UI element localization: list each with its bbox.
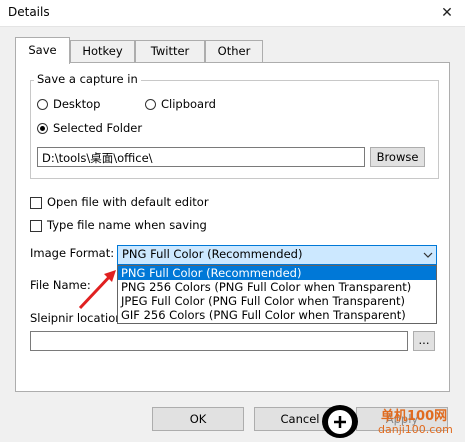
watermark-logo — [322, 405, 358, 438]
open-default-editor-checkbox[interactable] — [30, 197, 42, 209]
folder-path-input[interactable]: D:\tools\桌面\office\ — [37, 147, 365, 167]
window-title: Details — [8, 5, 50, 19]
annotation-arrow-icon — [78, 270, 116, 310]
title-bar: Details ✕ — [0, 0, 465, 27]
tab-hotkey[interactable]: Hotkey — [70, 40, 135, 62]
group-legend: Save a capture in — [34, 72, 141, 86]
type-file-name-label[interactable]: Type file name when saving — [47, 218, 207, 232]
close-icon[interactable]: ✕ — [429, 0, 465, 26]
tab-save[interactable]: Save — [15, 37, 70, 64]
image-format-label: Image Format: — [30, 246, 115, 260]
image-format-select[interactable]: PNG Full Color (Recommended) — [117, 245, 437, 265]
format-option[interactable]: PNG 256 Colors (PNG Full Color when Tran… — [118, 280, 436, 294]
image-format-selected: PNG Full Color (Recommended) — [122, 247, 303, 261]
type-file-name-checkbox[interactable] — [30, 220, 42, 232]
open-default-editor-label[interactable]: Open file with default editor — [47, 195, 209, 209]
browse-button[interactable]: Browse — [370, 147, 425, 167]
format-option[interactable]: GIF 256 Colors (PNG Full Color when Tran… — [118, 308, 436, 322]
radio-selected-folder-label[interactable]: Selected Folder — [53, 121, 142, 135]
watermark-url: danji100.com — [378, 423, 453, 436]
radio-desktop-label[interactable]: Desktop — [53, 97, 100, 111]
radio-desktop[interactable] — [37, 99, 48, 110]
watermark-site: 单机100网 — [381, 409, 448, 424]
sleipnir-browse-button[interactable]: ... — [413, 331, 435, 351]
ok-button[interactable]: OK — [152, 407, 244, 431]
format-option[interactable]: JPEG Full Color (PNG Full Color when Tra… — [118, 294, 436, 308]
tab-other[interactable]: Other — [205, 40, 263, 62]
radio-clipboard[interactable] — [145, 99, 156, 110]
chevron-down-icon[interactable] — [423, 249, 433, 263]
tab-twitter[interactable]: Twitter — [135, 40, 205, 62]
radio-selected-folder[interactable] — [37, 123, 48, 134]
radio-clipboard-label[interactable]: Clipboard — [161, 97, 216, 111]
sleipnir-location-input[interactable] — [30, 331, 408, 351]
format-option[interactable]: PNG Full Color (Recommended) — [118, 266, 436, 280]
sleipnir-location-label: Sleipnir location: — [30, 311, 127, 325]
plus-icon — [328, 410, 352, 434]
image-format-dropdown: PNG Full Color (Recommended) PNG 256 Col… — [117, 265, 437, 324]
